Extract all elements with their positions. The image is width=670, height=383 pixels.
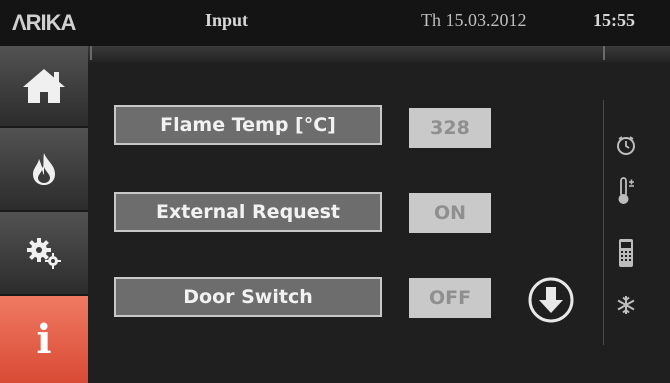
row-value-flame-temp: 328 [409,108,491,148]
right-item-temperature[interactable] [613,177,639,204]
right-item-remote[interactable] [613,239,639,267]
date-display: Th 15.03.2012 [421,10,527,30]
row-label-external-request: External Request [114,192,382,232]
strip-marker-right [603,46,605,60]
page-title: Input [205,10,249,30]
snowflake-icon [617,296,635,314]
strip-marker-left [90,46,92,60]
header-divider-strip [88,46,670,62]
arrow-down-circle-icon [528,277,574,323]
header-bar: ΛRIKA Input Th 15.03.2012 15:55 [0,0,670,46]
time-display: 15:55 [593,10,635,30]
sidebar-item-settings[interactable] [0,212,88,296]
sidebar-item-flame[interactable] [0,128,88,212]
clock-icon [617,136,635,155]
scroll-down-button[interactable] [527,276,575,324]
right-panel-divider [603,100,604,345]
home-icon [23,69,65,103]
row-label-door-switch: Door Switch [114,277,382,317]
sidebar-nav: i [0,46,88,383]
thermometer-icon [618,177,634,204]
sidebar-item-info[interactable]: i [0,296,88,383]
right-item-clock[interactable] [613,132,639,158]
info-icon: i [36,315,52,363]
row-value-door-switch: OFF [409,278,491,318]
sidebar-item-home[interactable] [0,46,88,128]
brand-logo: ΛRIKA [12,10,76,35]
remote-control-icon [619,239,633,267]
gears-icon [27,238,61,269]
row-label-flame-temp: Flame Temp [°C] [114,105,382,145]
flame-icon [33,153,55,185]
row-value-external-request: ON [409,193,491,233]
right-item-frost[interactable] [613,292,639,318]
